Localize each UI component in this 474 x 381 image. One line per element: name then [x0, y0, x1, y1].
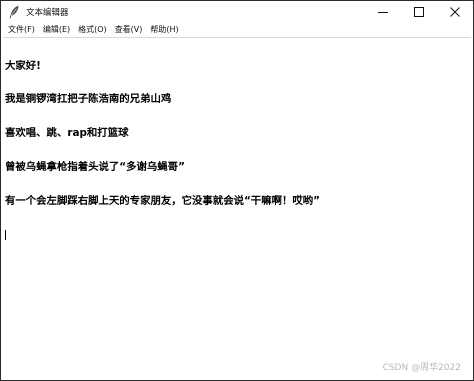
menu-help[interactable]: 帮助(H)	[146, 23, 182, 37]
cursor-line	[5, 230, 471, 241]
text-editor[interactable]: 大家好! 我是铜锣湾扛把子陈浩南的兄弟山鸡 喜欢唱、跳、rap和打篮球 曾被乌蝇…	[3, 37, 471, 378]
text-line: 我是铜锣湾扛把子陈浩南的兄弟山鸡	[5, 93, 172, 106]
minimize-icon	[378, 12, 388, 13]
maximize-button[interactable]	[401, 1, 437, 23]
window-title: 文本编辑器	[26, 8, 69, 18]
watermark: CSDN @周华2022	[382, 363, 461, 373]
app-window: 文本编辑器 文件(F) 编辑(E) 格式(O) 查看(V) 帮助(H) 大家好!…	[0, 0, 474, 381]
text-line: 有一个会左脚踩右脚上天的专家朋友，它没事就会说“干嘛啊！哎哟”	[5, 195, 320, 208]
title-bar[interactable]: 文本编辑器	[1, 1, 473, 23]
text-line: 喜欢唱、跳、rap和打篮球	[5, 127, 129, 140]
feather-pen-icon	[6, 4, 22, 20]
window-controls	[365, 1, 473, 23]
menu-view[interactable]: 查看(V)	[111, 23, 147, 37]
text-line: 曾被乌蝇拿枪指着头说了“多谢乌蝇哥”	[5, 161, 185, 174]
close-button[interactable]	[437, 1, 473, 23]
minimize-button[interactable]	[365, 1, 401, 23]
menu-format[interactable]: 格式(O)	[74, 23, 111, 37]
menu-file[interactable]: 文件(F)	[4, 23, 39, 37]
menu-bar: 文件(F) 编辑(E) 格式(O) 查看(V) 帮助(H)	[1, 23, 473, 37]
text-caret	[5, 230, 6, 241]
text-content[interactable]: 大家好! 我是铜锣湾扛把子陈浩南的兄弟山鸡 喜欢唱、跳、rap和打篮球 曾被乌蝇…	[3, 38, 471, 264]
text-line: 大家好!	[5, 59, 41, 72]
maximize-icon	[414, 7, 424, 17]
close-icon	[450, 7, 460, 17]
menu-edit[interactable]: 编辑(E)	[39, 23, 74, 37]
